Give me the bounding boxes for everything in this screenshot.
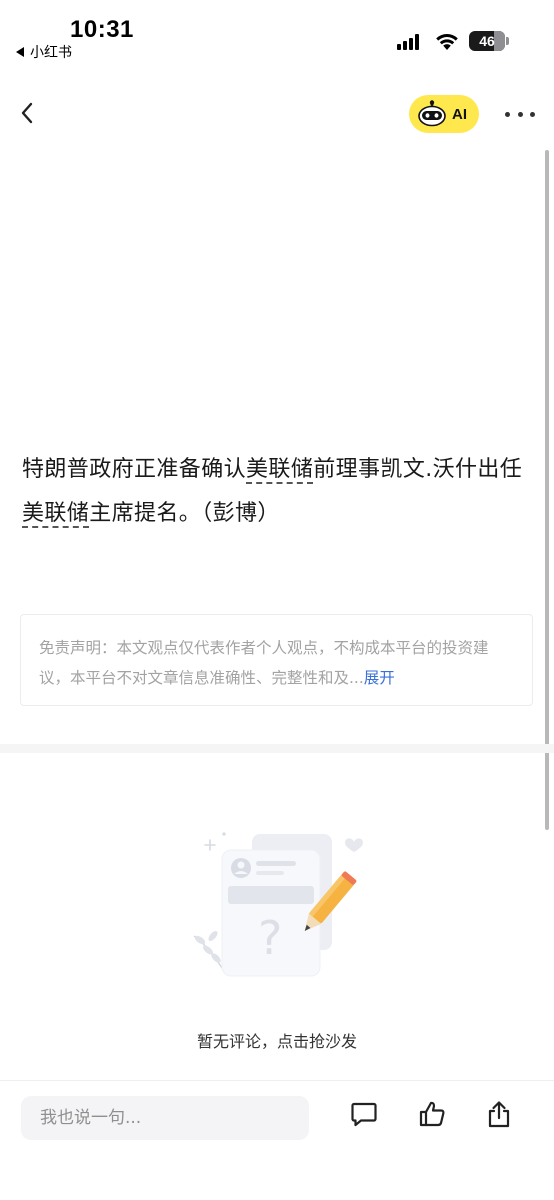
stock-tag-link[interactable]: 美联储	[246, 457, 314, 484]
ai-assistant-button[interactable]: AI	[409, 95, 479, 133]
back-triangle-icon	[16, 47, 24, 57]
share-button[interactable]	[484, 1099, 514, 1129]
section-divider	[0, 744, 554, 753]
nav-bar: AI	[0, 86, 554, 142]
status-bar: 10:31 小红书 46	[0, 0, 554, 72]
dot	[530, 111, 535, 117]
status-time: 10:31	[70, 16, 134, 43]
expand-link[interactable]: 展开	[364, 669, 395, 687]
more-options-button[interactable]	[505, 100, 535, 128]
like-button[interactable]	[417, 1099, 447, 1129]
stock-tag-link[interactable]: 美联储	[22, 501, 90, 528]
svg-text:?: ?	[258, 911, 282, 965]
share-icon	[488, 1101, 510, 1128]
signal-icon	[397, 34, 423, 50]
article-body: 特朗普政府正准备确认美联储前理事凯文.沃什出任美联储主席提名。（彭博）	[22, 448, 534, 536]
dot	[505, 111, 510, 117]
dot	[517, 111, 523, 117]
return-app-label: 小红书	[30, 45, 72, 61]
article-text: 特朗普政府正准备确认	[22, 457, 247, 482]
chevron-left-icon	[21, 102, 33, 124]
return-to-app-link[interactable]: 小红书	[16, 42, 72, 62]
wifi-icon	[436, 34, 458, 50]
battery-indicator: 46	[469, 31, 509, 51]
bottom-action-bar	[0, 1080, 554, 1200]
empty-comments-text[interactable]: 暂无评论，点击抢沙发	[0, 1028, 554, 1052]
comment-input[interactable]	[21, 1096, 309, 1140]
back-button[interactable]	[14, 98, 42, 128]
scrollbar[interactable]	[545, 150, 549, 830]
battery-level: 46	[479, 33, 495, 49]
disclaimer-box: 免责声明：本文观点仅代表作者个人观点，不构成本平台的投资建议，本平台不对文章信息…	[20, 614, 533, 706]
disclaimer-text: 免责声明：本文观点仅代表作者个人观点，不构成本平台的投资建议，本平台不对文章信息…	[39, 639, 489, 687]
robot-icon	[418, 100, 446, 127]
ai-label: AI	[452, 105, 467, 123]
article-text: 主席提名。（彭博）	[89, 501, 280, 526]
empty-comments-illustration: ?	[193, 832, 363, 977]
comment-icon	[351, 1102, 377, 1127]
article-text: 前理事凯文.沃什出任	[313, 457, 523, 482]
thumbs-up-icon	[419, 1101, 445, 1127]
comment-button[interactable]	[349, 1099, 379, 1129]
